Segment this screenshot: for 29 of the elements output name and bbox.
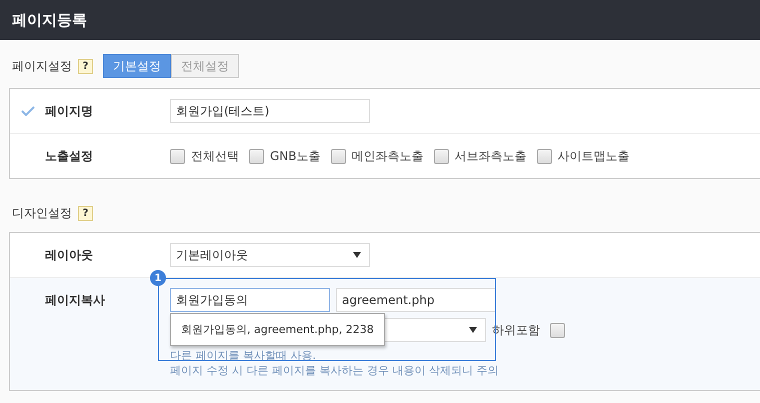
checkbox[interactable] (434, 148, 449, 164)
page-search-field[interactable]: 회원가입동의 (170, 288, 330, 312)
layout-select[interactable]: 기본레이아웃 (170, 243, 370, 267)
checkbox-label: 전체선택 (191, 148, 239, 164)
checkbox[interactable] (249, 148, 264, 164)
checkbox-label: GNB노출 (270, 148, 321, 164)
hint-text: 페이지 수정 시 다른 페이지를 복사하는 경우 내용이 삭제되니 주의 (170, 363, 500, 378)
step-badge: 1 (150, 270, 166, 286)
field-label: 노출설정 (45, 148, 93, 164)
field-label: 페이지복사 (45, 292, 105, 308)
help-badge[interactable]: ? (78, 58, 93, 74)
section-label: 디자인설정 (12, 204, 72, 222)
dropdown-arrow-icon (469, 327, 477, 333)
checkbox[interactable] (170, 148, 185, 164)
suggestion-menu[interactable]: 회원가입동의, agreement.php, 2238 (170, 313, 385, 346)
field-label: 레이아웃 (45, 246, 93, 264)
field-label: 페이지명 (45, 102, 93, 120)
checkbox-label: 서브좌측노출 (454, 148, 527, 164)
page-title: 페이지등록 (12, 10, 87, 30)
checkbox[interactable] (550, 322, 565, 338)
checkbox-label: 메인좌측노출 (352, 148, 424, 164)
checkbox[interactable] (536, 148, 552, 164)
dropdown-arrow-icon (353, 252, 361, 258)
checkbox[interactable] (330, 148, 346, 164)
checkbox-label: 사이트맵노출 (558, 148, 630, 164)
page-name-field[interactable]: 회원가입(테스트) (170, 99, 370, 123)
section-label: 페이지설정 (12, 58, 72, 74)
file-name-field[interactable]: agreement.php (336, 288, 496, 312)
help-badge[interactable]: ? (78, 206, 93, 220)
